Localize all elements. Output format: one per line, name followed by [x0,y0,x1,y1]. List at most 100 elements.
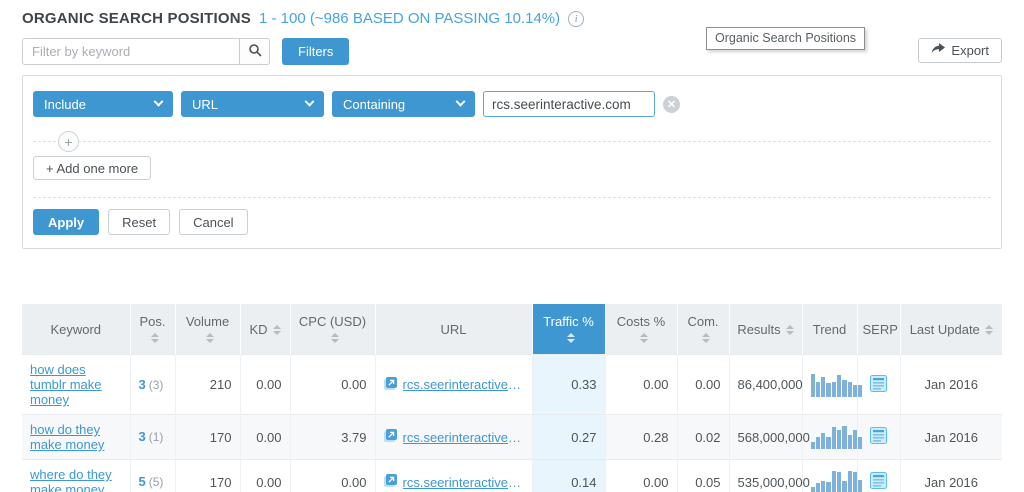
volume-cell: 170 [175,415,240,460]
sort-icon[interactable] [786,325,794,335]
add-one-more-button[interactable]: + Add one more [33,156,151,180]
sort-icon[interactable] [640,333,648,343]
cpc-cell: 3.79 [290,415,375,460]
column-header-position[interactable]: Pos. [130,304,175,355]
keyword-cell: where do they make money [22,460,130,492]
position-cell: 3(1) [130,415,175,460]
page-header: ORGANIC SEARCH POSITIONS 1 - 100 (~986 B… [22,10,1002,27]
sort-icon[interactable] [331,333,339,343]
sort-icon[interactable] [985,325,993,335]
keyword-link[interactable]: how does tumblr make money [30,362,102,407]
serp-icon[interactable] [870,472,887,492]
column-header-volume[interactable]: Volume [175,304,240,355]
table-row: how does tumblr make money 3(3) 210 0.00… [22,355,1002,415]
table-row: how do they make money 3(1) 170 0.00 3.7… [22,415,1002,460]
serp-icon[interactable] [870,427,887,447]
trend-cell [802,355,857,415]
results-cell: 568,000,000 [729,415,802,460]
field-dropdown-value: URL [192,97,218,112]
trend-cell [802,460,857,492]
clear-filter-icon[interactable]: ✕ [663,96,680,113]
keyword-filter-input[interactable] [22,38,240,65]
traffic-cell: 0.33 [532,355,605,415]
filter-condition-row: Include URL Containing ✕ [33,91,991,117]
result-range-text: 1 - 100 (~986 BASED ON PASSING 10.14%) [259,10,560,27]
table-body: how does tumblr make money 3(3) 210 0.00… [22,355,1002,492]
plus-icon[interactable]: + [58,131,79,152]
positions-table: Keyword Pos. Volume KD CPC (USD) URL Tra… [22,304,1002,492]
last-update-cell: Jan 2016 [900,460,1002,492]
sort-icon[interactable] [567,333,575,343]
volume-cell: 170 [175,460,240,492]
results-cell: 535,000,000 [729,460,802,492]
costs-cell: 0.00 [605,460,677,492]
kd-cell: 0.00 [240,415,290,460]
external-link-icon[interactable] [384,377,397,393]
keyword-cell: how do they make money [22,415,130,460]
sort-icon[interactable] [702,333,710,343]
external-link-icon[interactable] [384,474,397,490]
sort-icon[interactable] [273,325,281,335]
column-header-serp: SERP [857,304,900,355]
chevron-down-icon [305,96,315,106]
sort-icon[interactable] [151,333,159,343]
competition-cell: 0.02 [677,415,729,460]
sort-icon[interactable] [206,333,214,343]
results-cell: 86,400,000 [729,355,802,415]
url-cell: rcs.seerinteractive.com/ [375,355,532,415]
operator-dropdown[interactable]: Containing [332,91,475,117]
column-header-trend: Trend [802,304,857,355]
export-icon [931,43,945,58]
column-header-kd[interactable]: KD [240,304,290,355]
keyword-cell: how does tumblr make money [22,355,130,415]
chevron-down-icon [154,96,164,106]
include-dropdown-value: Include [44,97,86,112]
filter-value-input[interactable] [483,91,655,117]
filters-button[interactable]: Filters [282,38,349,65]
position-cell: 3(3) [130,355,175,415]
reset-button[interactable]: Reset [108,209,170,235]
competition-cell: 0.00 [677,355,729,415]
table-row: where do they make money 5(5) 170 0.00 0… [22,460,1002,492]
column-header-traffic[interactable]: Traffic % [532,304,605,355]
add-filter-separator: + [33,141,991,142]
page-title: ORGANIC SEARCH POSITIONS [22,10,251,27]
serp-cell [857,415,900,460]
search-icon [248,43,262,60]
serp-cell [857,355,900,415]
traffic-cell: 0.14 [532,460,605,492]
export-label: Export [951,43,989,58]
url-link[interactable]: rcs.seerinteractive.com/ [403,475,524,490]
costs-cell: 0.28 [605,415,677,460]
divider [33,197,991,198]
url-cell: rcs.seerinteractive.com/ [375,460,532,492]
trend-sparkline [811,470,863,492]
include-dropdown[interactable]: Include [33,91,173,117]
column-header-url: URL [375,304,532,355]
filter-actions: Apply Reset Cancel [33,209,991,235]
table-header-row: Keyword Pos. Volume KD CPC (USD) URL Tra… [22,304,1002,355]
url-cell: rcs.seerinteractive.com/ [375,415,532,460]
apply-button[interactable]: Apply [33,209,99,235]
external-link-icon[interactable] [384,429,397,445]
last-update-cell: Jan 2016 [900,355,1002,415]
search-button[interactable] [240,38,270,65]
column-header-results[interactable]: Results [729,304,802,355]
column-header-cpc[interactable]: CPC (USD) [290,304,375,355]
last-update-cell: Jan 2016 [900,415,1002,460]
column-header-last-update[interactable]: Last Update [900,304,1002,355]
cancel-button[interactable]: Cancel [179,209,247,235]
cpc-cell: 0.00 [290,460,375,492]
column-header-costs[interactable]: Costs % [605,304,677,355]
field-dropdown[interactable]: URL [181,91,324,117]
column-header-competition[interactable]: Com. [677,304,729,355]
serp-icon[interactable] [870,375,887,395]
export-button[interactable]: Export [918,38,1002,63]
url-link[interactable]: rcs.seerinteractive.com/ [403,430,524,445]
toolbar-left: Filters [22,38,349,65]
url-link[interactable]: rcs.seerinteractive.com/ [403,377,524,392]
volume-cell: 210 [175,355,240,415]
keyword-link[interactable]: how do they make money [30,422,104,452]
keyword-link[interactable]: where do they make money [30,467,112,492]
info-icon[interactable]: i [568,11,584,27]
